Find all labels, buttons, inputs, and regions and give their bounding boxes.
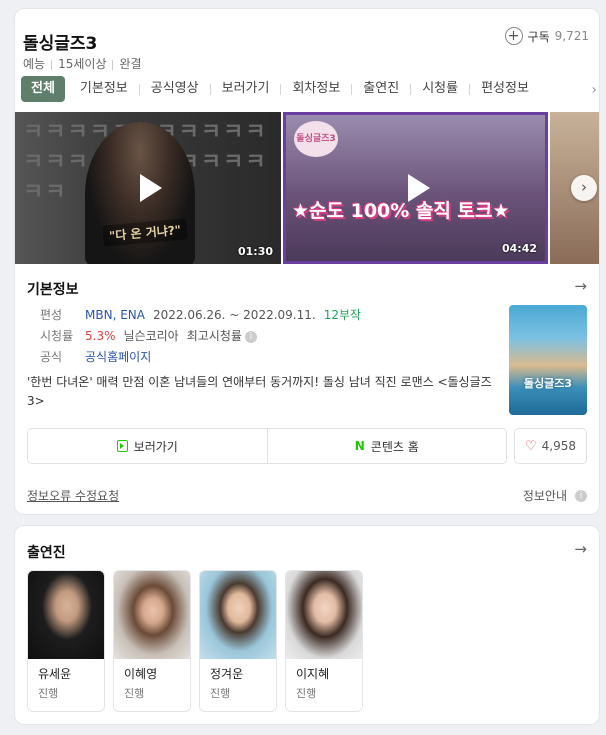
cast-role: 진행 (38, 687, 59, 700)
like-count: 4,958 (541, 439, 576, 453)
poster-image[interactable]: 돌싱글즈3 (509, 305, 587, 415)
tab-bar: 전체 기본정보 공식영상 보러가기 회차정보 출연진 시청률 편성정보 (21, 76, 540, 102)
tab-basic-info[interactable]: 기본정보 (69, 76, 139, 102)
info-icon: i (575, 489, 587, 502)
report-error-link[interactable]: 정보오류 수정요청 (27, 487, 119, 504)
cast-member[interactable]: 이혜영 진행 (113, 570, 191, 712)
cast-photo (28, 571, 104, 659)
rating-note: 최고시청률 i (187, 326, 257, 347)
poster-title: 돌싱글즈3 (523, 377, 573, 390)
info-icon[interactable]: i (244, 330, 257, 343)
cast-name: 이지혜 (296, 667, 330, 681)
info-guide-button[interactable]: 정보안내 i (523, 487, 587, 504)
video-duration: 04:42 (501, 242, 537, 255)
naver-n-icon: N (354, 439, 365, 453)
broadcast-period: 2022.06.26. ~ 2022.09.11. (152, 308, 316, 322)
cast-photo (114, 571, 190, 659)
cast-list: 유세윤 진행 이혜영 진행 정겨운 진행 이지혜 진행 (27, 570, 363, 712)
arrow-right-icon[interactable]: → (574, 540, 587, 558)
arrow-right-icon[interactable]: → (574, 277, 587, 295)
subscribe-label: 구독 (527, 29, 550, 44)
watch-button[interactable]: 보러가기 (28, 429, 267, 463)
like-button[interactable]: ♡ 4,958 (514, 428, 587, 464)
chevron-right-icon[interactable]: › (591, 82, 597, 98)
cast-role: 진행 (296, 687, 317, 700)
episode-count[interactable]: 12부작 (324, 305, 361, 326)
official-homepage-link[interactable]: 공식홈페이지 (85, 347, 151, 368)
rating-source: 닐슨코리아 (123, 329, 179, 343)
cast-title: 출연진 (27, 545, 66, 561)
tab-episodes[interactable]: 회차정보 (281, 76, 351, 102)
program-title[interactable]: 돌싱글즈3 (23, 29, 97, 54)
cast-photo (286, 571, 362, 659)
subscribe-button[interactable]: + 구독 9,721 (504, 27, 589, 45)
plus-icon: + (504, 27, 523, 45)
heart-icon: ♡ (524, 438, 537, 454)
cast-name: 이혜영 (124, 667, 158, 681)
cast-name: 정겨운 (210, 667, 244, 681)
video-thumbnail[interactable]: ㅋㅋㅋㅋㅋㅋㅋㅋㅋㅋㅋㅋㅋㅋㅋㅋㅋㅋㅋㅋㅋㅋㅋㅋ "다 온 거냐?" 01:30 (15, 112, 281, 264)
tab-watch[interactable]: 보러가기 (211, 76, 281, 102)
video-caption: ★순도 100% 솔직 토크★ (292, 200, 510, 222)
content-home-label: 콘텐츠 홈 (370, 439, 419, 454)
tab-cast[interactable]: 출연진 (352, 76, 410, 102)
meta-status: 완결 (119, 57, 142, 71)
rating-label: 시청률 (40, 329, 74, 343)
cast-name: 유세윤 (38, 667, 72, 681)
cast-member[interactable]: 유세윤 진행 (27, 570, 105, 712)
rating-value: 5.3% (85, 329, 116, 343)
show-logo: 돌싱글즈3 (294, 121, 338, 157)
program-info-card: 돌싱글즈3 예능 15세이상 완결 + 구독 9,721 전체 기본정보 공식영상 … (14, 8, 600, 515)
cast-card: 출연진 → 유세윤 진행 이혜영 진행 정겨운 진행 이지혜 진행 (14, 525, 600, 725)
cast-role: 진행 (124, 687, 145, 700)
play-icon[interactable] (402, 174, 430, 202)
tab-ratings[interactable]: 시청률 (411, 76, 469, 102)
action-buttons: 보러가기 N 콘텐츠 홈 ♡ 4,958 (27, 428, 587, 464)
program-meta: 예능 15세이상 완결 (23, 55, 142, 72)
meta-genre: 예능 (23, 57, 46, 71)
play-icon[interactable] (134, 174, 162, 202)
play-box-icon (116, 440, 128, 452)
broadcast-label: 편성 (40, 308, 63, 322)
carousel-next-icon[interactable]: › (571, 175, 597, 201)
basic-info-title: 기본정보 (27, 282, 79, 298)
content-home-button[interactable]: N 콘텐츠 홈 (266, 429, 506, 463)
cast-photo (200, 571, 276, 659)
video-carousel: ㅋㅋㅋㅋㅋㅋㅋㅋㅋㅋㅋㅋㅋㅋㅋㅋㅋㅋㅋㅋㅋㅋㅋㅋ "다 온 거냐?" 01:30… (15, 112, 599, 264)
watch-button-label: 보러가기 (133, 439, 178, 454)
tab-all[interactable]: 전체 (21, 76, 65, 102)
basic-info-rows: 편성 MBN, ENA 2022.06.26. ~ 2022.09.11. 12… (40, 305, 361, 368)
subscribe-count: 9,721 (554, 29, 589, 43)
synopsis: '한번 다녀온' 매력 만점 이혼 남녀들의 연애부터 동거까지! 돌싱 남녀 … (27, 375, 492, 408)
cast-member[interactable]: 이지혜 진행 (285, 570, 363, 712)
official-label: 공식 (40, 350, 63, 364)
cast-member[interactable]: 정겨운 진행 (199, 570, 277, 712)
video-duration: 01:30 (237, 245, 273, 258)
info-guide-label: 정보안내 (522, 489, 567, 503)
tab-schedule[interactable]: 편성정보 (470, 76, 540, 102)
cast-role: 진행 (210, 687, 231, 700)
tab-official-video[interactable]: 공식영상 (140, 76, 210, 102)
meta-age-rating: 15세이상 (58, 57, 107, 71)
video-thumbnail[interactable]: 돌싱글즈3 ★순도 100% 솔직 토크★ 04:42 (283, 112, 548, 264)
broadcast-channel[interactable]: MBN, ENA (85, 305, 145, 326)
